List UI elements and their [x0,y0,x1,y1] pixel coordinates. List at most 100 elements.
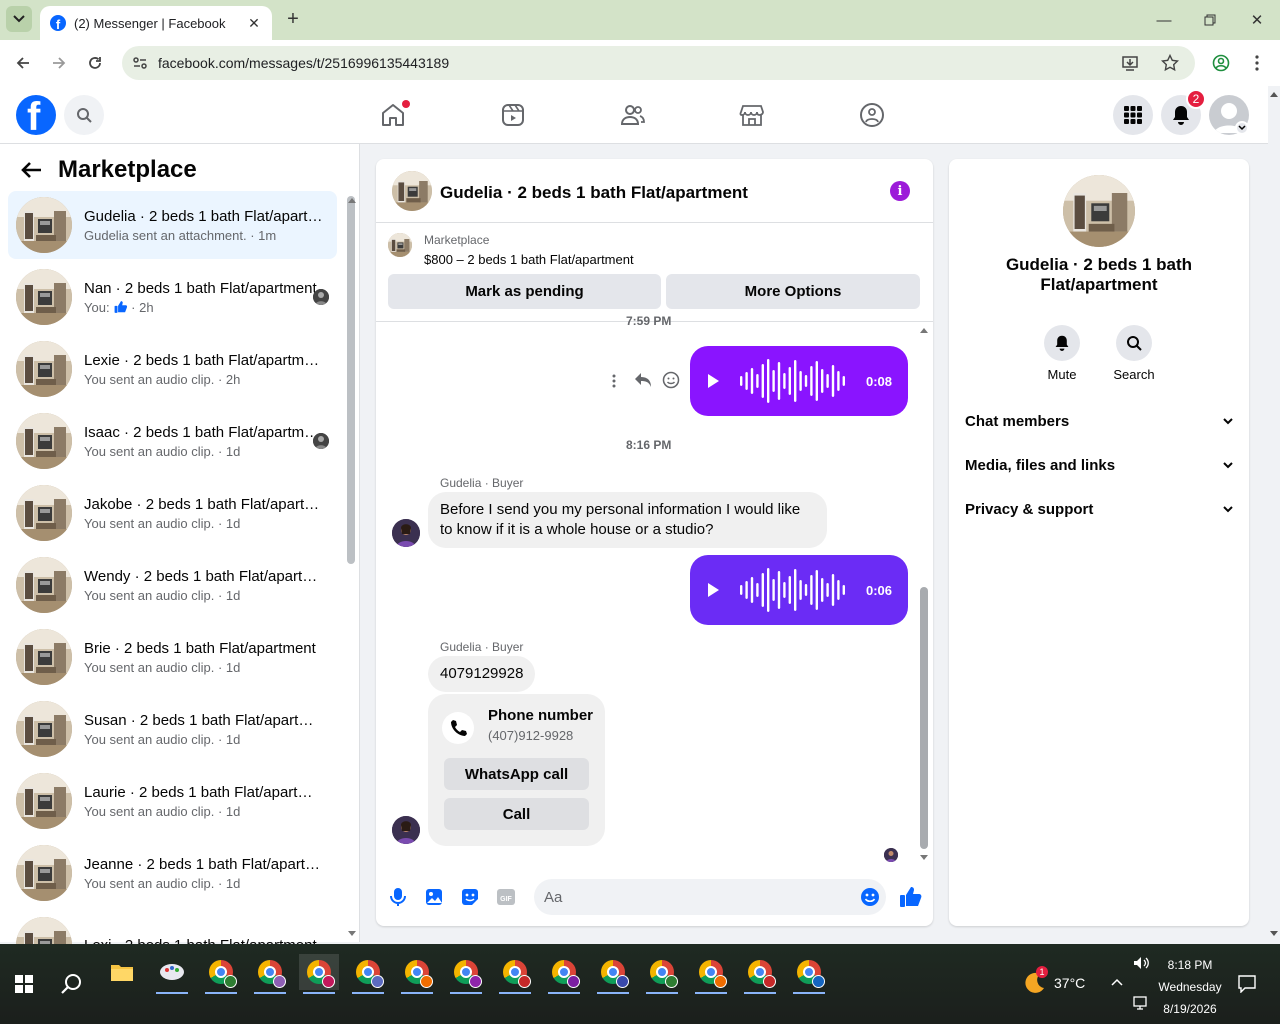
chrome-window-app[interactable] [201,954,241,994]
scroll-up-icon[interactable] [347,196,357,204]
more-options-button[interactable]: More Options [666,274,920,309]
nav-groups[interactable] [857,100,887,130]
microphone-icon[interactable] [388,887,408,907]
incoming-message[interactable]: Before I send you my personal informatio… [428,492,827,548]
minimize-button[interactable]: — [1152,8,1176,32]
profile-button[interactable] [1208,50,1234,76]
menu-button[interactable] [1113,95,1153,135]
conversation-item[interactable]: Susan · 2 beds 1 bath Flat/apartment You … [8,695,337,763]
chat-title[interactable]: Gudelia · 2 beds 1 bath Flat/apartment [440,183,748,203]
restore-button[interactable] [1198,8,1222,32]
chrome-window-app[interactable] [397,954,437,994]
play-icon[interactable] [706,582,720,598]
file-explorer-app[interactable] [102,954,142,990]
conversation-list-scrollbar[interactable] [347,196,355,564]
site-info-icon[interactable] [132,55,148,71]
conversation-item[interactable]: Isaac · 2 beds 1 bath Flat/apartment You … [8,407,337,475]
page-scroll-down-icon[interactable] [1269,930,1279,938]
bookmark-star-icon[interactable] [1161,54,1179,72]
mute-button[interactable]: Mute [1032,325,1092,382]
marketplace-listing-info[interactable]: Marketplace $800 – 2 beds 1 bath Flat/ap… [388,233,634,267]
notification-center-icon[interactable] [1238,975,1256,993]
scroll-up-icon[interactable] [919,326,929,334]
weather-widget[interactable]: 1 37°C [1024,966,1085,994]
gif-icon[interactable]: GIF [496,887,516,907]
section-privacy-support[interactable]: Privacy & support [957,489,1241,529]
section-chat-members[interactable]: Chat members [957,401,1241,441]
chrome-window-app[interactable] [642,954,682,994]
nav-marketplace[interactable] [737,100,767,130]
call-button[interactable]: Call [444,798,589,830]
thumbs-up-icon[interactable] [899,885,923,909]
emoji-icon[interactable] [860,887,880,907]
incoming-message[interactable]: 4079129928 [428,656,536,692]
react-emoji-icon[interactable] [662,371,680,389]
chrome-window-app[interactable] [495,954,535,994]
section-media-files-links[interactable]: Media, files and links [957,445,1241,485]
forward-button[interactable] [46,50,72,76]
conversation-item[interactable]: Gudelia · 2 beds 1 bath Flat/apartment Gu… [8,191,337,259]
conversation-avatar[interactable] [1063,175,1135,247]
account-menu-chevron[interactable] [1235,121,1249,135]
close-window-button[interactable]: ✕ [1245,8,1269,32]
address-bar[interactable]: facebook.com/messages/t/2516996135443189 [122,46,1195,80]
back-arrow-icon[interactable] [20,161,42,179]
paint-app[interactable] [152,954,192,994]
chat-thumbnail[interactable] [392,171,432,211]
chrome-window-app[interactable] [544,954,584,994]
reply-icon[interactable] [634,372,652,388]
photo-icon[interactable] [424,887,444,907]
message-more-icon[interactable] [612,374,616,388]
audio-message-sent[interactable]: 0:06 [690,555,908,625]
search-in-conversation-button[interactable]: Search [1104,325,1164,382]
chrome-window-app[interactable] [250,954,290,994]
volume-icon[interactable] [1133,956,1151,970]
conversation-item[interactable]: Jakobe · 2 beds 1 bath Flat/apartment You… [8,479,337,547]
conversation-item[interactable]: Jeanne · 2 beds 1 bath Flat/apartment You… [8,839,337,907]
facebook-logo[interactable]: f [16,95,56,135]
browser-menu-button[interactable] [1244,50,1270,76]
chrome-window-app[interactable] [691,954,731,994]
start-button[interactable] [4,966,44,1002]
whatsapp-call-button[interactable]: WhatsApp call [444,758,589,790]
facebook-search-button[interactable] [64,95,104,135]
conversation-item[interactable]: Brie · 2 beds 1 bath Flat/apartment You s… [8,623,337,691]
chrome-window-app[interactable] [299,954,339,994]
conversation-preview: You sent an audio clip. [84,803,215,819]
install-app-icon[interactable] [1121,54,1139,72]
conversation-item[interactable]: Wendy · 2 beds 1 bath Flat/apartment You … [8,551,337,619]
nav-video[interactable] [498,100,528,130]
chrome-window-app[interactable] [446,954,486,994]
tab-search-button[interactable] [6,6,32,32]
network-icon[interactable] [1133,996,1151,1010]
scroll-down-icon[interactable] [347,930,357,938]
chrome-window-app[interactable] [789,954,829,994]
conversation-item[interactable]: Nan · 2 beds 1 bath Flat/apartment You: ·… [8,263,337,331]
reload-button[interactable] [82,50,108,76]
chrome-window-app[interactable] [348,954,388,994]
scroll-down-icon[interactable] [919,854,929,862]
conversation-item[interactable]: Lexie · 2 beds 1 bath Flat/apartment You … [8,335,337,403]
chrome-window-app[interactable] [740,954,780,994]
back-button[interactable] [10,50,36,76]
audio-message-sent[interactable]: 0:08 [690,346,908,416]
mark-as-pending-button[interactable]: Mark as pending [388,274,661,309]
tray-overflow-icon[interactable] [1111,978,1123,986]
panel-header: Marketplace [20,156,197,184]
sender-avatar[interactable] [392,816,420,844]
conversation-item[interactable]: Laurie · 2 beds 1 bath Flat/apartment You… [8,767,337,835]
browser-tab[interactable]: f (2) Messenger | Facebook ✕ [40,6,272,40]
page-scroll-up-icon[interactable] [1269,90,1279,98]
clock[interactable]: 8:18 PM Wednesday 8/19/2026 [1150,954,1230,1020]
message-thread-scrollbar[interactable] [920,587,928,849]
sender-avatar[interactable] [392,519,420,547]
chrome-window-app[interactable] [593,954,633,994]
play-icon[interactable] [706,373,720,389]
nav-friends[interactable] [618,100,648,130]
close-tab-icon[interactable]: ✕ [246,15,262,32]
taskbar-search-button[interactable] [52,966,92,1002]
new-tab-button[interactable]: + [282,8,304,30]
sticker-icon[interactable] [460,887,480,907]
info-button[interactable]: i [890,181,910,201]
message-input[interactable] [534,879,886,915]
